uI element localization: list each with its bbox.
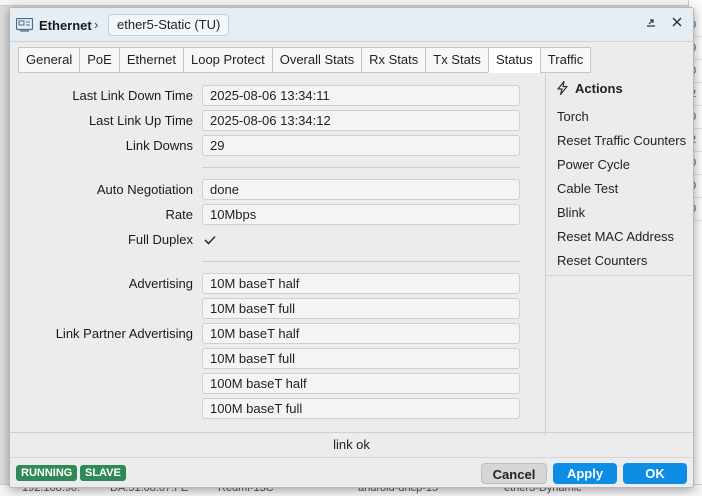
dialog-titlebar[interactable]: Ethernet › ether5-Static (TU) (10, 8, 693, 42)
tab-ethernet[interactable]: Ethernet (118, 47, 183, 73)
tab-bar: General PoE Ethernet Loop Protect Overal… (18, 47, 592, 73)
link-partner-advertising-item[interactable]: 100M baseT full (202, 398, 520, 419)
ok-button[interactable]: OK (623, 463, 687, 484)
dialog-footer: RUNNING SLAVE Cancel Apply OK (10, 457, 693, 488)
cancel-button[interactable]: Cancel (481, 463, 547, 484)
auto-negotiation-label: Auto Negotiation (96, 182, 193, 197)
last-link-up-time-field[interactable]: 2025-08-06 13:34:12 (202, 110, 520, 131)
action-reset-mac-address[interactable]: Reset MAC Address (557, 229, 674, 244)
actions-panel: Actions Torch Reset Traffic Counters Pow… (545, 72, 694, 436)
actions-heading-label: Actions (575, 81, 623, 96)
actions-divider (546, 275, 694, 276)
running-badge: RUNNING (16, 465, 78, 481)
tab-rx-stats[interactable]: Rx Stats (361, 47, 426, 73)
tab-general[interactable]: General (18, 47, 80, 73)
action-reset-traffic-counters[interactable]: Reset Traffic Counters (557, 133, 686, 148)
tab-loop-protect[interactable]: Loop Protect (182, 47, 272, 73)
tab-status[interactable]: Status (487, 47, 540, 73)
interface-name-badge: ether5-Static (TU) (108, 14, 230, 36)
advertising-item[interactable]: 10M baseT full (202, 298, 520, 319)
auto-negotiation-field[interactable]: done (202, 179, 520, 200)
rate-field[interactable]: 10Mbps (202, 204, 520, 225)
dialog-title: Ethernet (39, 18, 92, 33)
full-duplex-checkmark-icon (204, 235, 216, 245)
action-reset-counters[interactable]: Reset Counters (557, 253, 647, 268)
action-cable-test[interactable]: Cable Test (557, 181, 618, 196)
ethernet-icon (16, 18, 33, 32)
last-link-down-time-field[interactable]: 2025-08-06 13:34:11 (202, 85, 520, 106)
section-divider (202, 261, 520, 262)
link-partner-advertising-item[interactable]: 10M baseT half (202, 323, 520, 344)
slave-badge: SLAVE (80, 465, 126, 481)
tab-tx-stats[interactable]: Tx Stats (425, 47, 488, 73)
close-icon[interactable] (669, 16, 685, 32)
advertising-label: Advertising (128, 276, 193, 291)
lightning-icon (557, 80, 568, 96)
link-downs-label: Link Downs (125, 138, 193, 153)
background-table-header (0, 0, 702, 6)
apply-button[interactable]: Apply (553, 463, 617, 484)
link-downs-field[interactable]: 29 (202, 135, 520, 156)
full-duplex-label: Full Duplex (127, 232, 193, 247)
action-blink[interactable]: Blink (557, 205, 585, 220)
actions-heading: Actions (556, 80, 623, 96)
last-link-up-time-label: Last Link Up Time (88, 113, 193, 128)
interface-dialog: Ethernet › ether5-Static (TU) General Po… (9, 7, 694, 488)
title-separator: › (94, 17, 99, 32)
tab-traffic[interactable]: Traffic (539, 47, 592, 73)
tab-overall-stats[interactable]: Overall Stats (271, 47, 362, 73)
section-divider (202, 167, 520, 168)
status-text: link ok (10, 432, 693, 457)
tab-poe[interactable]: PoE (79, 47, 119, 73)
expand-icon[interactable] (643, 16, 659, 32)
action-power-cycle[interactable]: Power Cycle (557, 157, 630, 172)
status-panel: Last Link Down Time 2025-08-06 13:34:11 … (10, 72, 545, 436)
last-link-down-time-label: Last Link Down Time (72, 88, 193, 103)
link-partner-advertising-item[interactable]: 100M baseT half (202, 373, 520, 394)
link-partner-advertising-label: Link Partner Advertising (55, 326, 193, 341)
rate-label: Rate (165, 207, 193, 222)
advertising-item[interactable]: 10M baseT half (202, 273, 520, 294)
action-torch[interactable]: Torch (557, 109, 589, 124)
link-partner-advertising-item[interactable]: 10M baseT full (202, 348, 520, 369)
